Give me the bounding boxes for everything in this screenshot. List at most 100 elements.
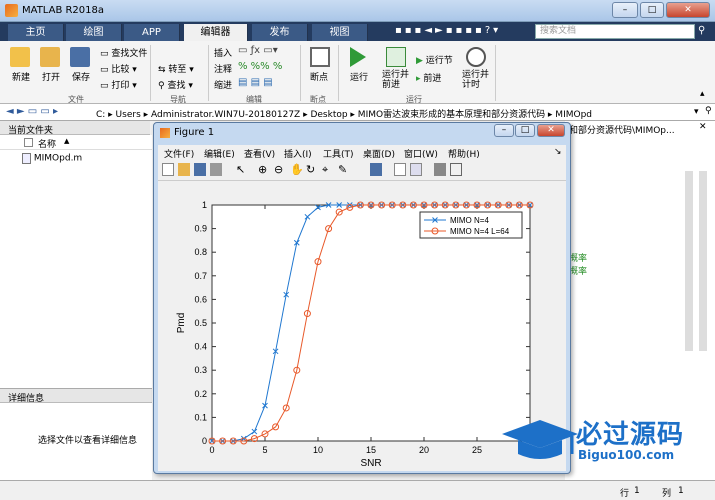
link-plot-icon[interactable] [370,163,382,176]
figure-menubar: 文件(F) 编辑(E) 查看(V) 插入(I) 工具(T) 桌面(D) 窗口(W… [158,145,566,160]
open-folder-icon[interactable] [40,47,60,67]
tab-home[interactable]: 主页 [8,24,64,41]
legend-icon[interactable] [410,163,422,176]
run-advance-icon[interactable] [386,47,406,67]
open-button[interactable]: 打开 [42,70,60,83]
zoom-out-icon[interactable]: ⊖ [274,163,286,176]
edit-tool-icons[interactable]: ▭ ƒx ▭▾ [238,45,278,56]
figure-close-button[interactable]: ✕ [537,124,565,137]
graduation-cap-icon [502,420,578,459]
save-figure-icon[interactable] [194,163,206,176]
print-button[interactable]: ▭ 打印 ▾ [100,78,137,91]
run-time-icon[interactable] [466,47,486,67]
compare-label: 比较 [111,65,130,75]
open-file-icon[interactable] [178,163,190,176]
tab-apps[interactable]: APP [124,24,180,41]
legend-label: MIMO N=4 [450,216,489,225]
status-bar: 行 1 列 1 [0,480,715,500]
editor-scrollbar-2[interactable] [699,171,707,351]
comment-tool-icons[interactable]: % %% % [238,61,282,72]
menu-dock-icon[interactable]: ↘ [554,147,562,157]
collapse-ribbon-icon[interactable]: ▴ [700,89,705,99]
ribbon: 新建 打开 保存 ▭ 查找文件 ▭ 比较 ▾ ▭ 打印 ▾ 文件 ⇆ 转至 ▾ … [0,41,715,104]
save-button[interactable]: 保存 [72,70,90,83]
path-search-icon[interactable]: ⚲ [705,106,712,116]
show-tools-icon[interactable] [450,163,462,176]
y-tick-label: 0.5 [194,318,207,328]
editor-tab-path[interactable]: 和部分资源代码\MIMOp... [569,123,675,136]
indent-tool-icons[interactable]: ▤ ▤ ▤ [238,77,273,88]
run-icon[interactable] [350,47,366,67]
compare-button[interactable]: ▭ 比较 ▾ [100,62,137,75]
x-tick-label: 15 [366,445,376,455]
data-cursor-icon[interactable]: ⌖ [322,163,334,176]
run-section-button[interactable]: ▶ 运行节 [416,53,453,66]
figure-maximize-button[interactable]: □ [515,124,535,137]
search-input[interactable]: 搜索文档 [535,24,695,39]
watermark-url: Biguo100.com [578,448,675,462]
x-axis-label: SNR [360,458,381,469]
comment-button[interactable]: 注释 [214,62,232,75]
new-figure-icon[interactable] [162,163,174,176]
colorbar-icon[interactable] [394,163,406,176]
tab-plots[interactable]: 绘图 [66,24,122,41]
pan-icon[interactable]: ✋ [290,163,304,176]
run-button[interactable]: 运行 [350,70,368,83]
checkbox-icon[interactable] [24,138,33,147]
new-icon[interactable] [10,47,30,67]
y-tick-label: 1 [202,200,207,210]
indent-button[interactable]: 缩进 [214,78,232,91]
x-tick-label: 25 [472,445,482,455]
separator [208,45,209,101]
find-button[interactable]: ⚲ 查找 ▾ [158,78,193,91]
title-bar: MATLAB R2018a – □ ✕ [0,0,715,22]
advance-label: 前进 [423,74,442,84]
hide-tools-icon[interactable] [434,163,446,176]
figure-minimize-button[interactable]: – [494,124,514,137]
file-name: MIMOpd.m [33,153,83,164]
tab-publish[interactable]: 发布 [252,24,308,41]
y-tick-label: 0.9 [194,224,207,234]
insert-button[interactable]: 插入 [214,46,232,59]
row-value: 1 [634,486,640,496]
find-files-button[interactable]: ▭ 查找文件 [100,46,147,59]
print-figure-icon[interactable] [210,163,222,176]
current-path[interactable]: C: ▸ Users ▸ Administrator.WIN7U-2018012… [96,107,592,120]
maximize-button[interactable]: □ [640,2,664,18]
address-bar: ◄ ► ▭ ▭ ▸ C: ▸ Users ▸ Administrator.WIN… [0,104,715,121]
breakpoints-button[interactable]: 断点 [310,70,328,83]
zoom-in-icon[interactable]: ⊕ [258,163,270,176]
file-item[interactable]: MIMOpd.m [22,153,82,164]
save-icon[interactable] [70,47,90,67]
pointer-icon[interactable]: ↖ [236,163,248,176]
nav-arrows-icon[interactable]: ◄ ► ▭ ▭ ▸ [6,106,58,117]
figure-icon [160,128,170,138]
x-tick-label: 20 [419,445,429,455]
column-header-name[interactable]: 名称 ▲ [0,137,152,150]
run-advance-button[interactable]: 运行并 前进 [382,70,409,90]
editor-scrollbar[interactable] [685,171,693,351]
brush-icon[interactable]: ✎ [338,163,350,176]
goto-label: 转至 [168,65,187,75]
tab-editor[interactable]: 编辑器 [184,24,248,41]
run-time-button[interactable]: 运行并 计时 [462,70,489,90]
goto-button[interactable]: ⇆ 转至 ▾ [158,62,194,75]
minimize-button[interactable]: – [612,2,638,18]
close-button[interactable]: ✕ [666,2,710,18]
breakpoints-icon[interactable] [310,47,330,67]
path-dropdown-icon[interactable]: ▾ [694,107,699,117]
find-files-label: 查找文件 [111,49,148,59]
advance-button[interactable]: ▸ 前进 [416,71,441,84]
matlab-logo-icon [5,4,18,17]
row-label: 行 [620,489,630,499]
print-label: 打印 [111,81,130,91]
search-icon[interactable]: ⚲ [698,25,705,36]
quick-access-icons[interactable]: ▪▪▪◄►▪▪▪▪?▾ [395,25,501,36]
editor-close-icon[interactable]: ✕ [699,122,707,132]
new-button[interactable]: 新建 [12,70,30,83]
rotate-icon[interactable]: ↻ [306,163,318,176]
current-folder-header: 当前文件夹 [0,121,150,136]
x-tick-label: 0 [209,445,214,455]
y-tick-label: 0 [202,436,207,446]
tab-view[interactable]: 视图 [312,24,368,41]
